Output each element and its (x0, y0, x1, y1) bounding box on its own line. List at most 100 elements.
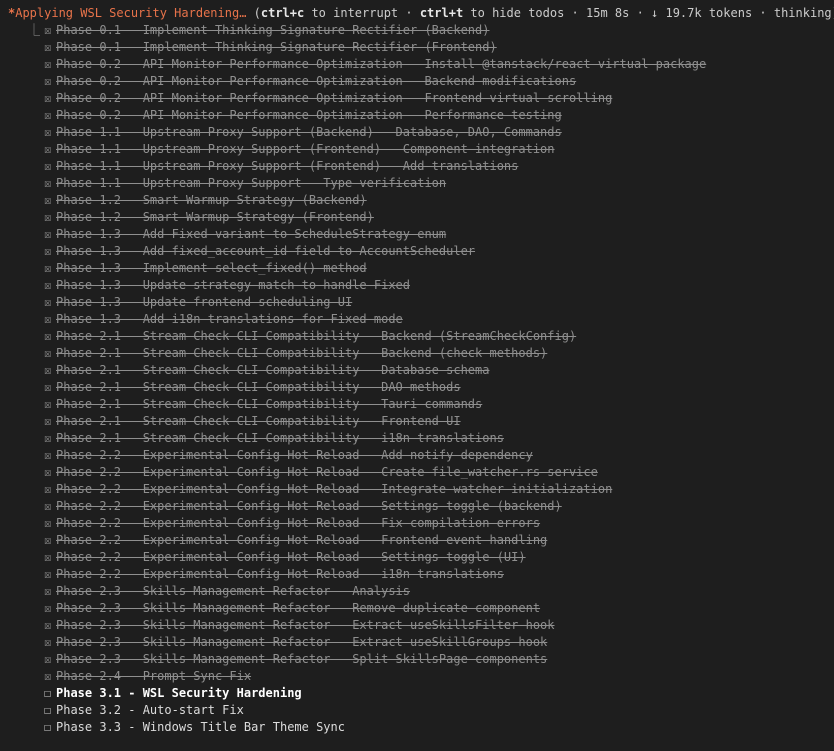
todo-item: ☐ Phase 3.3 - Windows Title Bar Theme Syn… (30, 719, 706, 736)
todo-item: ☒ Phase 1.3 - Add i18n translations for F… (30, 311, 706, 328)
checked-box-icon: ☒ (44, 74, 52, 88)
checked-box-icon: ☒ (44, 431, 52, 445)
empty-box-icon: ☐ (44, 720, 52, 734)
todo-label: Phase 2.2 - Experimental Config Hot Relo… (56, 533, 548, 547)
hide-todos-shortcut: ctrl+t (419, 6, 464, 20)
todo-item: ⎿ ☒ Phase 0.1 - Implement Thinking Signatu… (28, 22, 706, 39)
todo-label: Phase 2.3 - Skills Management Refactor -… (56, 652, 548, 666)
checked-box-icon: ☒ (44, 261, 52, 275)
todo-label: Phase 2.2 - Experimental Config Hot Relo… (56, 482, 613, 496)
checked-box-icon: ☒ (44, 448, 52, 462)
todo-item: ☒ Phase 2.1 - Stream Check CLI Compatibil… (30, 430, 706, 447)
paren-open: ( (246, 6, 261, 20)
checked-box-icon: ☒ (44, 125, 52, 139)
todo-item: ☒ Phase 2.1 - Stream Check CLI Compatibil… (30, 396, 706, 413)
checked-box-icon: ☒ (44, 57, 52, 71)
checked-box-icon: ☒ (44, 159, 52, 173)
todo-item: ☒ Phase 1.1 - Upstream Proxy Support (Fro… (30, 141, 706, 158)
todo-item: ☒ Phase 1.1 - Upstream Proxy Support - Ty… (30, 175, 706, 192)
checked-box-icon: ☒ (44, 329, 52, 343)
todo-item: ☐ Phase 3.1 - WSL Security Hardening (30, 685, 706, 702)
todo-item: ☒ Phase 2.2 - Experimental Config Hot Rel… (30, 481, 706, 498)
checked-box-icon: ☒ (44, 193, 52, 207)
todo-label: Phase 2.3 - Skills Management Refactor -… (56, 601, 541, 615)
todo-label: Phase 2.1 - Stream Check CLI Compatibili… (56, 397, 483, 411)
todo-item: ☒ Phase 2.3 - Skills Management Refactor … (30, 634, 706, 651)
todo-item: ☒ Phase 2.3 - Skills Management Refactor … (30, 651, 706, 668)
checked-box-icon: ☒ (44, 584, 52, 598)
todo-label: Phase 1.3 - Add i18n translations for Fi… (56, 312, 403, 326)
todo-label: Phase 2.1 - Stream Check CLI Compatibili… (56, 346, 548, 360)
todo-item: ☒ Phase 1.3 - Add fixed_account_id field … (30, 243, 706, 260)
todo-label: Phase 0.2 - API Monitor Performance Opti… (56, 57, 707, 71)
todo-label: Phase 1.3 - Update strategy match to han… (56, 278, 411, 292)
todo-label: Phase 2.1 - Stream Check CLI Compatibili… (56, 329, 577, 343)
todo-item: ☒ Phase 1.2 - Smart Warmup Strategy (Back… (30, 192, 706, 209)
checked-box-icon: ☒ (44, 516, 52, 530)
todo-item: ☒ Phase 0.2 - API Monitor Performance Opt… (30, 56, 706, 73)
todo-item: ☒ Phase 2.2 - Experimental Config Hot Rel… (30, 549, 706, 566)
todo-item: ☒ Phase 2.1 - Stream Check CLI Compatibil… (30, 379, 706, 396)
todo-label: Phase 0.1 - Implement Thinking Signature… (56, 23, 490, 37)
todo-item: ☒ Phase 2.2 - Experimental Config Hot Rel… (30, 464, 706, 481)
terminal-window: { "status": { "spinner": "*", "task": "A… (0, 0, 834, 751)
interrupt-hint: to interrupt · (304, 6, 420, 20)
todo-label: Phase 2.1 - Stream Check CLI Compatibili… (56, 414, 461, 428)
status-line: *Applying WSL Security Hardening… (ctrl+… (8, 5, 834, 22)
interrupt-shortcut: ctrl+c (260, 6, 305, 20)
todo-label: Phase 3.3 - Windows Title Bar Theme Sync (56, 720, 345, 734)
todo-item: ☒ Phase 1.3 - Update strategy match to ha… (30, 277, 706, 294)
checked-box-icon: ☒ (44, 482, 52, 496)
todo-item: ☒ Phase 1.3 - Add Fixed variant to Schedu… (30, 226, 706, 243)
todo-item: ☒ Phase 0.2 - API Monitor Performance Opt… (30, 107, 706, 124)
todo-label: Phase 2.2 - Experimental Config Hot Relo… (56, 448, 533, 462)
empty-box-icon: ☐ (44, 703, 52, 717)
checked-box-icon: ☒ (44, 176, 52, 190)
todo-label: Phase 1.3 - Add Fixed variant to Schedul… (56, 227, 447, 241)
todo-item: ☒ Phase 2.1 - Stream Check CLI Compatibil… (30, 362, 706, 379)
checked-box-icon: ☒ (44, 278, 52, 292)
todo-label: Phase 2.3 - Skills Management Refactor -… (56, 635, 548, 649)
checked-box-icon: ☒ (44, 210, 52, 224)
todo-label: Phase 2.1 - Stream Check CLI Compatibili… (56, 431, 504, 445)
todo-item: ☒ Phase 2.3 - Skills Management Refactor … (30, 617, 706, 634)
checked-box-icon: ☒ (44, 346, 52, 360)
todo-item: ☒ Phase 2.4 - Prompt Sync Fix (30, 668, 706, 685)
checked-box-icon: ☒ (44, 380, 52, 394)
checked-box-icon: ☒ (44, 567, 52, 581)
todo-label: Phase 1.1 - Upstream Proxy Support (Fron… (56, 159, 519, 173)
checked-box-icon: ☒ (44, 227, 52, 241)
todo-item: ☒ Phase 0.2 - API Monitor Performance Opt… (30, 73, 706, 90)
todo-label: Phase 1.3 - Add fixed_account_id field t… (56, 244, 476, 258)
todo-label: Phase 1.1 - Upstream Proxy Support (Back… (56, 125, 562, 139)
checked-box-icon: ☒ (44, 397, 52, 411)
current-task-title: Applying WSL Security Hardening… (15, 6, 247, 20)
todo-label: Phase 2.4 - Prompt Sync Fix (56, 669, 252, 683)
todo-label: Phase 2.1 - Stream Check CLI Compatibili… (56, 380, 461, 394)
status-stats: to hide todos · 15m 8s · ↓ 19.7k tokens … (463, 6, 834, 20)
todo-item: ☒ Phase 0.2 - API Monitor Performance Opt… (30, 90, 706, 107)
todo-item: ☐ Phase 3.2 - Auto-start Fix (30, 702, 706, 719)
todo-label: Phase 1.2 - Smart Warmup Strategy (Backe… (56, 193, 367, 207)
todo-label: Phase 0.2 - API Monitor Performance Opti… (56, 91, 613, 105)
tree-branch-icon: ⎿ (28, 23, 41, 37)
todo-item: ☒ Phase 2.3 - Skills Management Refactor … (30, 583, 706, 600)
checked-box-icon: ☒ (44, 295, 52, 309)
todo-list: ⎿ ☒ Phase 0.1 - Implement Thinking Signatu… (28, 22, 706, 736)
todo-label: Phase 1.3 - Update frontend scheduling U… (56, 295, 353, 309)
todo-item: ☒ Phase 1.2 - Smart Warmup Strategy (Fron… (30, 209, 706, 226)
todo-label: Phase 0.2 - API Monitor Performance Opti… (56, 108, 562, 122)
todo-label: Phase 2.2 - Experimental Config Hot Relo… (56, 499, 562, 513)
checked-box-icon: ☒ (44, 312, 52, 326)
todo-label: Phase 2.3 - Skills Management Refactor -… (56, 584, 411, 598)
checked-box-icon: ☒ (44, 499, 52, 513)
todo-label: Phase 1.1 - Upstream Proxy Support - Typ… (56, 176, 447, 190)
todo-label: Phase 1.1 - Upstream Proxy Support (Fron… (56, 142, 555, 156)
todo-item: ☒ Phase 2.3 - Skills Management Refactor … (30, 600, 706, 617)
todo-item: ☒ Phase 2.2 - Experimental Config Hot Rel… (30, 447, 706, 464)
checked-box-icon: ☒ (44, 618, 52, 632)
todo-item: ☒ Phase 2.1 - Stream Check CLI Compatibil… (30, 345, 706, 362)
checked-box-icon: ☒ (44, 23, 52, 37)
checked-box-icon: ☒ (44, 550, 52, 564)
checked-box-icon: ☒ (44, 414, 52, 428)
